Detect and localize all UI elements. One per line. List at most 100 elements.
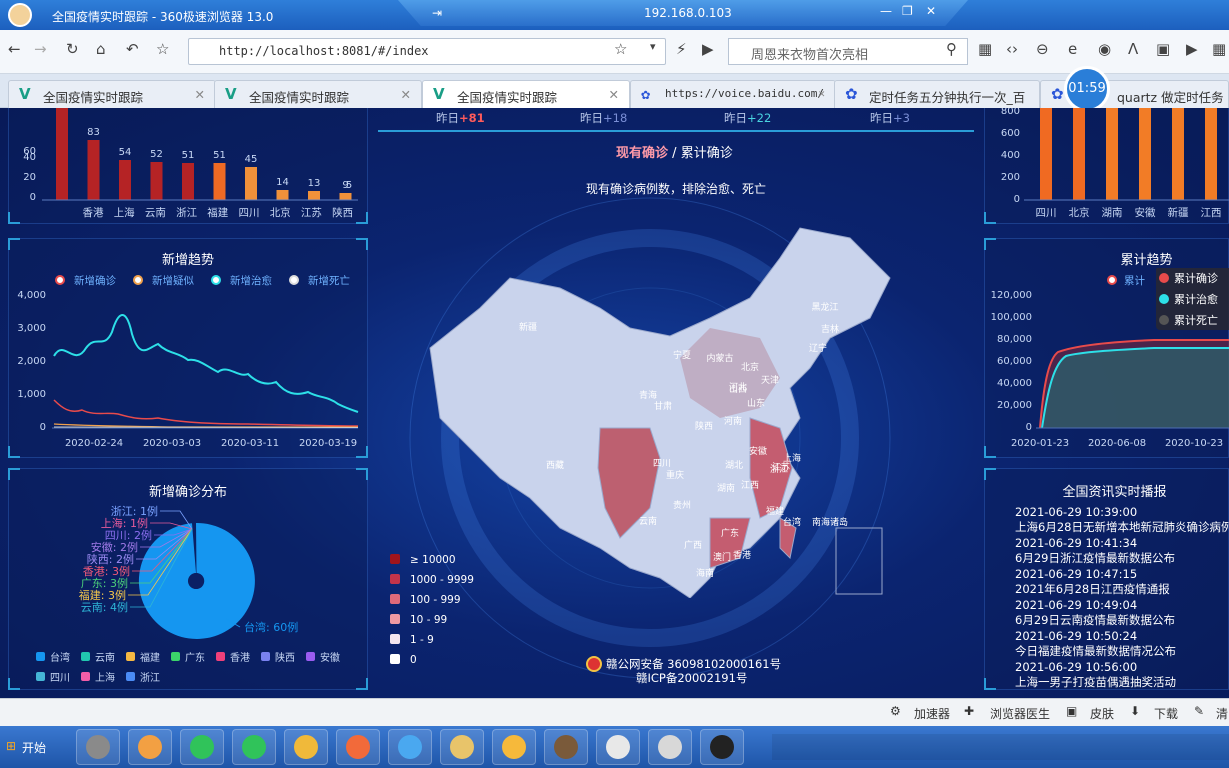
status-clean[interactable]: 清 bbox=[1216, 705, 1228, 722]
refresh-icon[interactable]: ↻ bbox=[66, 40, 79, 58]
back-icon[interactable]: ← bbox=[8, 40, 21, 58]
news-headline[interactable]: 6月29日浙江疫情最新数据公布 bbox=[1015, 550, 1229, 566]
bar-value-label: 45 bbox=[245, 154, 258, 165]
bar bbox=[276, 190, 289, 200]
bar bbox=[1106, 108, 1118, 200]
restore-icon[interactable]: ❐ bbox=[902, 4, 913, 18]
switch-other[interactable]: 累计确诊 bbox=[681, 146, 733, 161]
search-input[interactable]: 周恩来衣物首次亮相 bbox=[751, 44, 868, 63]
home-icon[interactable]: ⌂ bbox=[96, 40, 106, 58]
map-legend-item[interactable]: ≥ 10000 bbox=[390, 554, 456, 566]
news-headline[interactable]: 上海一男子打疫苗偶遇抽奖活动 bbox=[1015, 674, 1229, 690]
extension-a-icon[interactable]: Λ bbox=[1128, 40, 1138, 58]
forward-icon[interactable]: → bbox=[34, 40, 47, 58]
news-item[interactable]: 2021-06-29 10:50:24 今日福建疫情最新数据情况公布 bbox=[1015, 629, 1229, 659]
apps-icon[interactable]: ▦ bbox=[978, 40, 992, 58]
clean-icon[interactable]: ✎ bbox=[1194, 704, 1204, 718]
chrome-canary-icon[interactable] bbox=[284, 729, 328, 765]
map-legend-item[interactable]: 0 bbox=[390, 654, 417, 666]
news-item[interactable]: 2021-06-29 10:49:04 6月29日云南疫情最新数据公布 bbox=[1015, 598, 1229, 628]
wechat-icon[interactable] bbox=[180, 729, 224, 765]
baidu-paw-icon: ✿ bbox=[641, 85, 651, 103]
close-tab-icon[interactable]: ✕ bbox=[609, 87, 619, 102]
editor-icon[interactable] bbox=[596, 729, 640, 765]
extension-grid-icon[interactable]: ▦ bbox=[1212, 40, 1226, 58]
tab-1[interactable]: V 全国疫情实时跟踪 ✕ bbox=[8, 80, 216, 108]
start-button[interactable]: ⊞ 开始 bbox=[2, 732, 56, 762]
chrome-canary-icon[interactable] bbox=[388, 729, 432, 765]
taskbar-icon-glyph bbox=[86, 735, 110, 759]
favorite-icon[interactable]: ☆ bbox=[156, 40, 169, 58]
bookmark-star-icon[interactable]: ☆ bbox=[614, 40, 627, 58]
bar bbox=[1172, 108, 1184, 200]
news-headline[interactable]: 6月29日云南疫情最新数据公布 bbox=[1015, 612, 1229, 628]
map-legend-item[interactable]: 1000 - 9999 bbox=[390, 574, 474, 586]
extension-camera-icon[interactable]: ▶ bbox=[1186, 40, 1198, 58]
province-label: 云南 bbox=[639, 515, 657, 527]
folder-icon[interactable] bbox=[440, 729, 484, 765]
close-tab-icon[interactable]: ✕ bbox=[401, 87, 411, 102]
map-legend-item[interactable]: 100 - 999 bbox=[390, 594, 461, 606]
minimize-icon[interactable]: — bbox=[880, 4, 892, 18]
status-download[interactable]: 下载 bbox=[1154, 705, 1178, 722]
status-accelerator[interactable]: 加速器 bbox=[914, 705, 950, 722]
extension-avatar-icon[interactable]: ▣ bbox=[1156, 40, 1170, 58]
status-skin[interactable]: 皮肤 bbox=[1090, 705, 1114, 722]
user-photo-icon[interactable] bbox=[76, 729, 120, 765]
doctor-icon[interactable]: ✚ bbox=[964, 704, 974, 718]
china-map[interactable]: 新疆西藏青海甘肃宁夏 内蒙古黑龙江吉林辽宁北京天津河北山西陕西山东河南四川重庆湖北… bbox=[420, 218, 920, 598]
switch-active[interactable]: 现有确诊 bbox=[616, 146, 668, 161]
province-label: 湖北 bbox=[725, 460, 743, 471]
zoom-out-icon[interactable]: ⊖ bbox=[1036, 40, 1049, 58]
terminal-icon[interactable] bbox=[700, 729, 744, 765]
wechat-icon[interactable] bbox=[232, 729, 276, 765]
address-bar[interactable]: http://localhost:8081/#/index bbox=[188, 38, 666, 65]
province-label: 宁夏 bbox=[673, 349, 691, 361]
java-ee-ide-icon[interactable] bbox=[544, 729, 588, 765]
tab-5[interactable]: ✿ 定时任务五分钟执行一次_百 bbox=[834, 80, 1040, 108]
close-tab-icon[interactable]: ✕ bbox=[195, 87, 205, 102]
pie-hole bbox=[188, 573, 204, 589]
news-headline[interactable]: 2021年6月28日江西疫情通报 bbox=[1015, 581, 1229, 597]
tab-2[interactable]: V 全国疫情实时跟踪 ✕ bbox=[214, 80, 422, 108]
chrome-canary-icon[interactable] bbox=[336, 729, 380, 765]
bar bbox=[150, 162, 163, 200]
dropdown-icon[interactable]: ▾ bbox=[650, 40, 656, 53]
bar bbox=[1073, 108, 1085, 200]
download-icon[interactable]: ⬇ bbox=[1130, 704, 1140, 718]
news-item[interactable]: 2021-06-29 10:41:34 6月29日浙江疫情最新数据公布 bbox=[1015, 536, 1229, 566]
y-tick-label: 0 bbox=[40, 422, 46, 433]
news-item[interactable]: 2021-06-29 10:47:15 2021年6月28日江西疫情通报 bbox=[1015, 567, 1229, 597]
news-headline[interactable]: 今日福建疫情最新数据情况公布 bbox=[1015, 643, 1229, 659]
accelerator-icon[interactable]: ⚙ bbox=[890, 704, 901, 718]
extension-e-icon[interactable]: e bbox=[1068, 40, 1077, 58]
search-icon[interactable]: ⚲ bbox=[946, 40, 957, 58]
pin-icon[interactable]: ⇥ bbox=[432, 6, 442, 20]
play-icon[interactable]: ▶ bbox=[702, 40, 714, 58]
pie-legend-swatch bbox=[216, 652, 225, 661]
map-switch[interactable]: 现有确诊 / 累计确诊 bbox=[616, 142, 733, 161]
status-doctor[interactable]: 浏览器医生 bbox=[990, 705, 1050, 722]
map-legend-item[interactable]: 10 - 99 bbox=[390, 614, 447, 626]
chrome-icon[interactable] bbox=[648, 729, 692, 765]
close-icon[interactable]: ✕ bbox=[926, 4, 936, 18]
stat-2: 昨日+18 bbox=[580, 111, 628, 125]
news-item[interactable]: 2021-06-29 10:39:00 上海6月28日无新增本地新冠肺炎确诊病例 bbox=[1015, 505, 1229, 535]
x-tick-label: 北京 bbox=[1069, 206, 1090, 219]
news-headline[interactable]: 上海6月28日无新增本地新冠肺炎确诊病例 bbox=[1015, 519, 1229, 535]
extension-circle-icon[interactable]: ◉ bbox=[1098, 40, 1111, 58]
map-legend-item[interactable]: 1 - 9 bbox=[390, 634, 434, 646]
news-item[interactable]: 2021-06-29 10:56:00 上海一男子打疫苗偶遇抽奖活动 bbox=[1015, 660, 1229, 690]
window-title: 全国疫情实时跟踪 - 360极速浏览器 13.0 bbox=[52, 10, 274, 24]
close-tab-icon[interactable]: ✕ bbox=[818, 87, 825, 100]
code-icon[interactable]: ‹› bbox=[1006, 40, 1018, 58]
skin-icon[interactable]: ▣ bbox=[1066, 704, 1077, 718]
paw-icon[interactable] bbox=[492, 729, 536, 765]
tab-4[interactable]: ✿ https://voice.baidu.com/✕ bbox=[630, 80, 836, 108]
undo-icon[interactable]: ↶ bbox=[126, 40, 139, 58]
speaker-icon[interactable] bbox=[128, 729, 172, 765]
speed-icon[interactable]: ⚡ bbox=[676, 40, 687, 58]
search-box[interactable]: 周恩来衣物首次亮相 bbox=[728, 38, 968, 65]
tab-bar: V 全国疫情实时跟踪 ✕ V 全国疫情实时跟踪 ✕ V 全国疫情实时跟踪 ✕ ✿ https:… bbox=[0, 74, 1229, 108]
tab-3[interactable]: V 全国疫情实时跟踪 ✕ bbox=[422, 80, 630, 108]
